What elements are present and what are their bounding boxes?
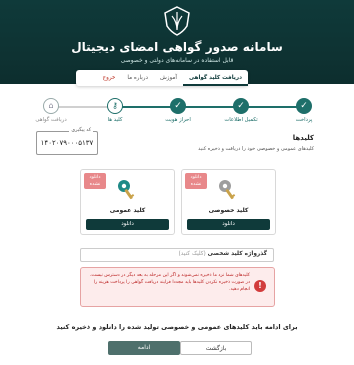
main-tabs: دریافت کلید گواهی آموزش درباره ما خروج [76, 70, 248, 86]
tracking-code-value: ۱۴۰۲۰۷۹۰۰۰۵۱۳۷ [40, 139, 94, 147]
private-key-name: کلید خصوصی [208, 207, 249, 214]
warning-alert: ! کلیدهای شما نزد ما ذخیره نمی‌شوند و اگ… [80, 267, 275, 307]
page-subtitle: قابل استفاده در سامانه‌های دولتی و خصوصی [120, 57, 234, 64]
step-payment-check-icon: ✓ [296, 98, 312, 114]
keys-section-title: کلیدها [292, 134, 314, 142]
passphrase-hint: (کلیک کنید) [178, 251, 206, 257]
private-key-download-button[interactable]: دانلود [187, 219, 270, 230]
emblem-icon [164, 6, 190, 36]
step-info-check-icon: ✓ [233, 98, 249, 114]
public-key-status-badge: دانلود نشده [84, 173, 106, 189]
warning-text: کلیدهای شما نزد ما ذخیره نمی‌شوند و اگر … [90, 273, 250, 292]
step-label-certificate: دریافت گواهی [35, 117, 67, 123]
step-certificate-lock-icon: ⌂ [43, 98, 59, 114]
step-keys-key-icon: ⚷ [107, 98, 123, 114]
private-key-card: دانلود نشده کلید خصوصی دانلود [181, 169, 276, 235]
step-label-identity: احراز هویت [165, 117, 191, 123]
page-title: سامانه صدور گواهی امضای دیجیتال [71, 40, 283, 54]
warning-icon: ! [254, 280, 266, 292]
tracking-code-box: کد پیگیری ۱۴۰۲۰۷۹۰۰۰۵۱۳۷ [36, 128, 98, 155]
public-key-download-button[interactable]: دانلود [86, 219, 169, 230]
back-button[interactable]: بازگشت [180, 341, 252, 355]
continue-button[interactable]: ادامه [108, 341, 180, 355]
private-key-status-badge: دانلود نشده [185, 173, 207, 189]
public-key-name: کلید عمومی [109, 207, 146, 214]
passphrase-text: گذرواژه کلید شخصی (کلیک کنید) [179, 251, 268, 257]
tab-about[interactable]: درباره ما [121, 70, 154, 86]
public-key-card: دانلود نشده کلید عمومی دانلود [80, 169, 175, 235]
keys-section-description: کلیدهای عمومی و خصوصی خود را دریافت و ذخ… [198, 146, 314, 152]
step-label-payment: پرداخت [295, 117, 313, 123]
proceed-instruction: برای ادامه باید کلیدهای عمومی و خصوصی تو… [56, 323, 298, 331]
step-label-keys: کلید ها [107, 117, 123, 123]
key-icon [219, 180, 236, 200]
key-icon [118, 180, 135, 200]
step-identity-check-icon: ✓ [170, 98, 186, 114]
tracking-code-label: کد پیگیری [69, 128, 93, 133]
tab-exit[interactable]: خروج [97, 70, 122, 86]
tab-get-certificate-key[interactable]: دریافت کلید گواهی [182, 70, 248, 86]
progress-stepper: ✓ ✓ ✓ ⚷ ⌂ پرداخت تکمیل اطلاعات احراز هوی… [0, 98, 354, 128]
passphrase-label: گذرواژه کلید شخصی [207, 251, 267, 257]
passphrase-field[interactable]: گذرواژه کلید شخصی (کلیک کنید) [80, 248, 274, 262]
step-connector-pending [52, 106, 114, 108]
tab-tutorial[interactable]: آموزش [154, 70, 183, 86]
step-label-info: تکمیل اطلاعات [224, 117, 258, 123]
